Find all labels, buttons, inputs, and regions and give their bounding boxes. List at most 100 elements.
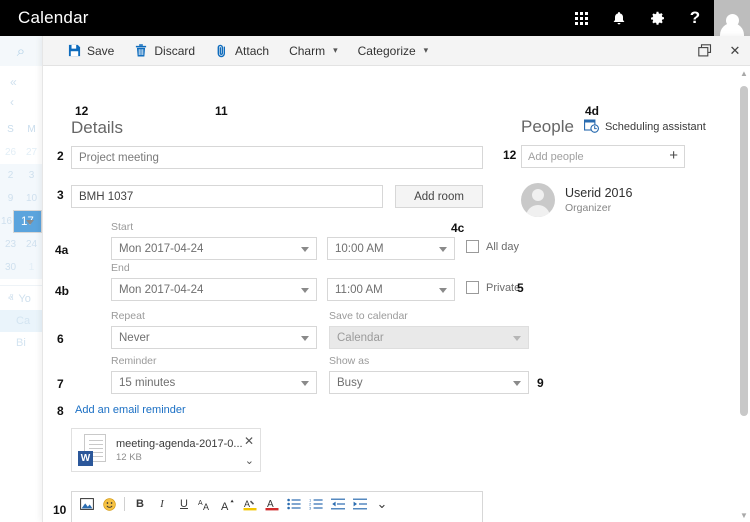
start-date-dropdown[interactable]: Mon 2017-04-24 (111, 237, 317, 260)
add-people-plus-icon[interactable]: + (669, 147, 678, 164)
underline-icon[interactable]: U (173, 493, 195, 515)
show-as-label: Show as (329, 355, 370, 367)
callout-7: 7 (57, 377, 64, 391)
insert-emoji-icon[interactable] (98, 493, 120, 515)
add-room-button[interactable]: Add room (395, 185, 483, 208)
numbered-list-icon[interactable]: 1 2 3 (305, 493, 327, 515)
categorize-label: Categorize (357, 43, 416, 58)
attachment-tile[interactable]: W meeting-agenda-2017-0... 12 KB ✕ ⌄ (71, 428, 261, 472)
account-avatar[interactable] (714, 0, 750, 36)
charm-label: Charm (289, 43, 326, 58)
attendee-avatar (521, 183, 555, 217)
reminder-dropdown[interactable]: 15 minutes (111, 371, 317, 394)
font-grow-icon[interactable]: A (217, 493, 239, 515)
sidebar-item-label: Bi (16, 337, 26, 349)
end-date-dropdown[interactable]: Mon 2017-04-24 (111, 278, 317, 301)
event-compose-overlay: Save Discard Attach Charm ▾ Categorize ▾… (42, 36, 750, 522)
calendar-group-header[interactable]: ⱏ Yo (0, 288, 42, 310)
mini-calendar-day[interactable]: 26 (0, 147, 21, 158)
private-checkbox[interactable] (466, 281, 479, 294)
weekday-header: M (27, 124, 36, 135)
avatar-body (720, 23, 744, 36)
search-button[interactable]: ⌕ (0, 36, 42, 66)
mini-calendar-day-selected[interactable]: 17 (13, 210, 42, 233)
start-time-dropdown[interactable]: 10:00 AM (327, 237, 455, 260)
command-bar: Save Discard Attach Charm ▾ Categorize ▾… (43, 36, 750, 66)
end-time-dropdown[interactable]: 11:00 AM (327, 278, 455, 301)
avatar-head (532, 189, 544, 201)
show-as-dropdown[interactable]: Busy (329, 371, 529, 394)
sidebar-item-calendar[interactable]: Ca (0, 310, 42, 332)
remove-attachment-icon[interactable]: ✕ (244, 434, 254, 448)
mini-calendar-day[interactable]: 9 (0, 193, 21, 204)
discard-button[interactable]: Discard (124, 36, 205, 66)
mini-calendar-day[interactable]: 24 (21, 239, 42, 250)
save-to-calendar-label: Save to calendar (329, 310, 408, 322)
discard-label: Discard (154, 43, 196, 58)
attachment-menu-chevron-down-icon[interactable]: ⌄ (245, 454, 254, 467)
event-body-editor[interactable]: B I U A A A A A 1 2 3 ⌄ (71, 491, 483, 522)
add-people-input[interactable]: Add people (521, 145, 685, 168)
collapse-nav-button[interactable]: « (0, 72, 42, 92)
attach-button[interactable]: Attach (205, 36, 279, 66)
paperclip-icon (215, 44, 229, 58)
private-label: Private (486, 281, 521, 294)
scrollbar-thumb[interactable] (740, 86, 748, 416)
attendee-row[interactable]: Userid 2016 Organizer (521, 183, 632, 217)
mini-calendar-day[interactable]: 10 (21, 193, 42, 204)
mini-calendar-week: 26 27 (0, 141, 42, 164)
indent-icon[interactable] (349, 493, 371, 515)
scroll-down-button[interactable]: ▼ (737, 508, 750, 522)
app-launcher-button[interactable] (562, 0, 600, 36)
font-color-icon[interactable]: A (261, 493, 283, 515)
prev-month-button[interactable]: ‹ (0, 92, 42, 112)
mini-calendar-day[interactable]: 27 (21, 147, 42, 158)
word-badge: W (78, 451, 93, 466)
mini-calendar-day[interactable]: 23 (0, 239, 21, 250)
mini-calendar-day[interactable]: 30 (0, 262, 21, 273)
repeat-dropdown[interactable]: Never (111, 326, 317, 349)
close-button[interactable]: ✕ (720, 36, 750, 66)
more-formatting-chevron-down-icon[interactable]: ⌄ (371, 493, 393, 515)
bullet-list-icon[interactable] (283, 493, 305, 515)
compose-scroll-area: 12 11 Details 2 Project meeting 3 BMH 10… (43, 66, 750, 522)
callout-3: 3 (57, 188, 64, 202)
reminder-label: Reminder (111, 355, 157, 367)
end-label: End (111, 262, 130, 274)
event-body-text[interactable]: To discuss current status and next steps… (72, 516, 482, 522)
mini-calendar-day[interactable]: 1 (21, 262, 42, 273)
chevron-down-icon: ▾ (423, 45, 429, 55)
save-button[interactable]: Save (57, 36, 124, 66)
bold-icon[interactable]: B (129, 493, 151, 515)
settings-button[interactable] (638, 0, 676, 36)
add-email-reminder-link[interactable]: Add an email reminder (75, 404, 186, 416)
categorize-button[interactable]: Categorize ▾ (348, 36, 439, 66)
start-label: Start (111, 221, 134, 233)
notifications-button[interactable] (600, 0, 638, 36)
font-size-icon[interactable]: A A (195, 493, 217, 515)
mini-calendar-day[interactable]: 2 (0, 170, 21, 181)
highlight-icon[interactable]: A (239, 493, 261, 515)
help-button[interactable]: ? (676, 0, 714, 36)
compose-scrollbar[interactable]: ▲ ▼ (737, 66, 750, 522)
callout-12-people: 12 (503, 148, 517, 162)
mini-calendar-day[interactable]: 3 (21, 170, 42, 181)
save-to-calendar-dropdown[interactable]: Calendar (329, 326, 529, 349)
popout-button[interactable] (690, 36, 720, 66)
charm-button[interactable]: Charm ▾ (279, 36, 348, 66)
mini-calendar: S M 26 27 2 3 9 10 16 17 23 24 30 1 (0, 118, 42, 279)
outdent-icon[interactable] (327, 493, 349, 515)
mini-calendar-day[interactable]: 16 (0, 216, 13, 227)
sidebar-item-birthdays[interactable]: Bi (0, 332, 42, 354)
event-location-input[interactable]: BMH 1037 (71, 185, 383, 208)
attachment-size: 12 KB (116, 451, 142, 463)
callout-10: 10 (53, 503, 67, 517)
scheduling-assistant-button[interactable]: Scheduling assistant (583, 118, 706, 136)
search-icon: ⌕ (16, 42, 26, 60)
event-title-input[interactable]: Project meeting (71, 146, 483, 169)
scroll-up-button[interactable]: ▲ (737, 66, 750, 80)
insert-picture-icon[interactable] (76, 493, 98, 515)
calendar-clock-icon (583, 118, 599, 136)
all-day-checkbox[interactable] (466, 240, 479, 253)
italic-icon[interactable]: I (151, 493, 173, 515)
